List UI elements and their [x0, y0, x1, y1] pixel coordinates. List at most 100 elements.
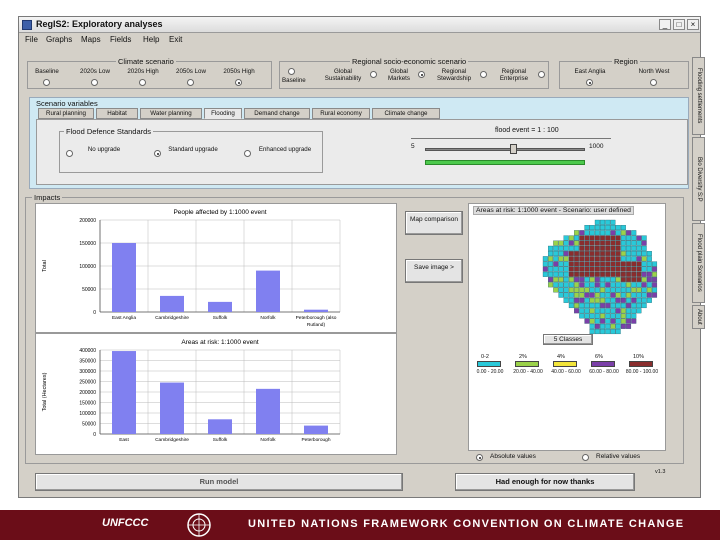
map-cell: [636, 282, 642, 288]
side-tab-biodiversity[interactable]: Bio Diversity S:P: [692, 137, 705, 221]
climate-radio-2050-low[interactable]: [187, 79, 194, 86]
legend-classes-button[interactable]: 5 Classes: [543, 334, 593, 345]
map-cell: [548, 282, 554, 288]
map-cell: [641, 287, 647, 293]
map-cell: [568, 266, 574, 272]
map-cell: [626, 277, 632, 283]
menu-graphs[interactable]: Graphs: [46, 35, 72, 44]
minimize-button[interactable]: _: [659, 19, 671, 30]
x-tick-label: Rutland): [307, 322, 326, 328]
climate-radio-2020-high[interactable]: [139, 79, 146, 86]
map-cell: [641, 256, 647, 262]
flood-event-level-bar: [425, 160, 585, 165]
tab-flooding[interactable]: Flooding: [204, 108, 242, 119]
map-cell: [652, 287, 658, 293]
map-cell: [574, 261, 580, 267]
climate-scenario-title: Climate scenario: [116, 57, 176, 66]
tab-habitat[interactable]: Habitat: [96, 108, 138, 119]
climate-radio-2020-low[interactable]: [91, 79, 98, 86]
chart-areas-panel: Areas at risk: 1:1000 event 0 50000 100000 1…: [35, 333, 397, 455]
map-cell: [600, 292, 606, 298]
absolute-values-radio[interactable]: [476, 454, 483, 461]
map-cell: [620, 287, 626, 293]
map-cell: [594, 313, 600, 319]
run-model-button[interactable]: Run model: [35, 473, 403, 491]
map-cell: [615, 303, 621, 309]
legend-range: 60.00 - 80.00: [589, 369, 619, 375]
menu-maps[interactable]: Maps: [81, 35, 101, 44]
tab-water-planning[interactable]: Water planning: [140, 108, 202, 119]
region-radio-north-west[interactable]: [650, 79, 657, 86]
map-cell: [641, 245, 647, 251]
map-cell: [563, 287, 569, 293]
exit-button[interactable]: Had enough for now thanks: [455, 473, 635, 491]
side-tab-flooding-settlements[interactable]: Flooding settlements: [692, 57, 705, 135]
legend-range: 80.00 - 100.00: [625, 369, 659, 375]
tab-rural-planning[interactable]: Rural planning: [38, 108, 94, 119]
map-cell: [594, 329, 600, 335]
relative-values-radio[interactable]: [582, 454, 589, 461]
socio-radio-regional-enterprise[interactable]: [538, 71, 545, 78]
map-cell: [641, 261, 647, 267]
map-cell: [610, 256, 616, 262]
y-axis-label: Total (Hectares): [42, 372, 48, 411]
side-tab-floodplain[interactable]: Flood plain Scenarios: [692, 223, 705, 303]
tab-climate-change[interactable]: Climate change: [372, 108, 440, 119]
map-cell: [594, 282, 600, 288]
bar: [304, 309, 328, 312]
map-cell: [610, 240, 616, 246]
y-tick-label: 0: [93, 432, 96, 438]
socio-radio-baseline[interactable]: [288, 68, 295, 75]
footer-banner: UNITED NATIONS FRAMEWORK CONVENTION ON C…: [248, 518, 685, 530]
x-tick-label: Cambridgeshire: [155, 315, 189, 321]
region-radio-east-anglia[interactable]: [586, 79, 593, 86]
map-cell: [626, 287, 632, 293]
map-cell: [620, 225, 626, 231]
defence-radio-enhanced[interactable]: [244, 150, 251, 157]
map-cell: [610, 318, 616, 324]
map-cell: [589, 308, 595, 314]
tab-demand-change[interactable]: Demand change: [244, 108, 310, 119]
legend-range: 20.00 - 40.00: [513, 369, 543, 375]
climate-radio-baseline[interactable]: [43, 79, 50, 86]
menu-exit[interactable]: Exit: [169, 35, 182, 44]
socio-radio-regional-stewardship[interactable]: [480, 71, 487, 78]
map-cell: [542, 256, 548, 262]
defence-radio-no-upgrade[interactable]: [66, 150, 73, 157]
map-cell: [610, 235, 616, 241]
map-cell: [605, 219, 611, 225]
map-cell: [600, 256, 606, 262]
flood-event-label: flood event = 1 : 100: [495, 127, 559, 134]
map-cell: [620, 303, 626, 309]
flood-event-slider-thumb[interactable]: [510, 144, 517, 154]
menu-help[interactable]: Help: [143, 35, 159, 44]
socio-radio-global-sustainability[interactable]: [370, 71, 377, 78]
defence-radio-standard[interactable]: [154, 150, 161, 157]
map-cell: [610, 292, 616, 298]
flood-event-slider-track[interactable]: [425, 148, 585, 151]
map-cell: [610, 251, 616, 257]
climate-radio-2050-high[interactable]: [235, 79, 242, 86]
map-cell: [646, 271, 652, 277]
maximize-button[interactable]: □: [673, 19, 685, 30]
map-cell: [605, 287, 611, 293]
map-cell: [589, 261, 595, 267]
map-comparison-button[interactable]: Map comparison: [405, 211, 463, 235]
side-tab-about[interactable]: About: [692, 305, 705, 329]
save-image-button[interactable]: Save image >: [405, 259, 463, 283]
map-cell: [615, 251, 621, 257]
map-cell: [589, 292, 595, 298]
map-cell: [610, 230, 616, 236]
climate-option-label: Baseline: [35, 68, 59, 75]
socio-radio-global-markets[interactable]: [418, 71, 425, 78]
close-button[interactable]: ×: [687, 19, 699, 30]
menu-fields[interactable]: Fields: [110, 35, 131, 44]
map-cell: [600, 245, 606, 251]
menu-file[interactable]: File: [25, 35, 38, 44]
map-cell: [600, 277, 606, 283]
map-cell: [620, 230, 626, 236]
map-cell: [620, 235, 626, 241]
map-cell: [605, 313, 611, 319]
map-cell: [579, 282, 585, 288]
tab-rural-economy[interactable]: Rural economy: [312, 108, 370, 119]
